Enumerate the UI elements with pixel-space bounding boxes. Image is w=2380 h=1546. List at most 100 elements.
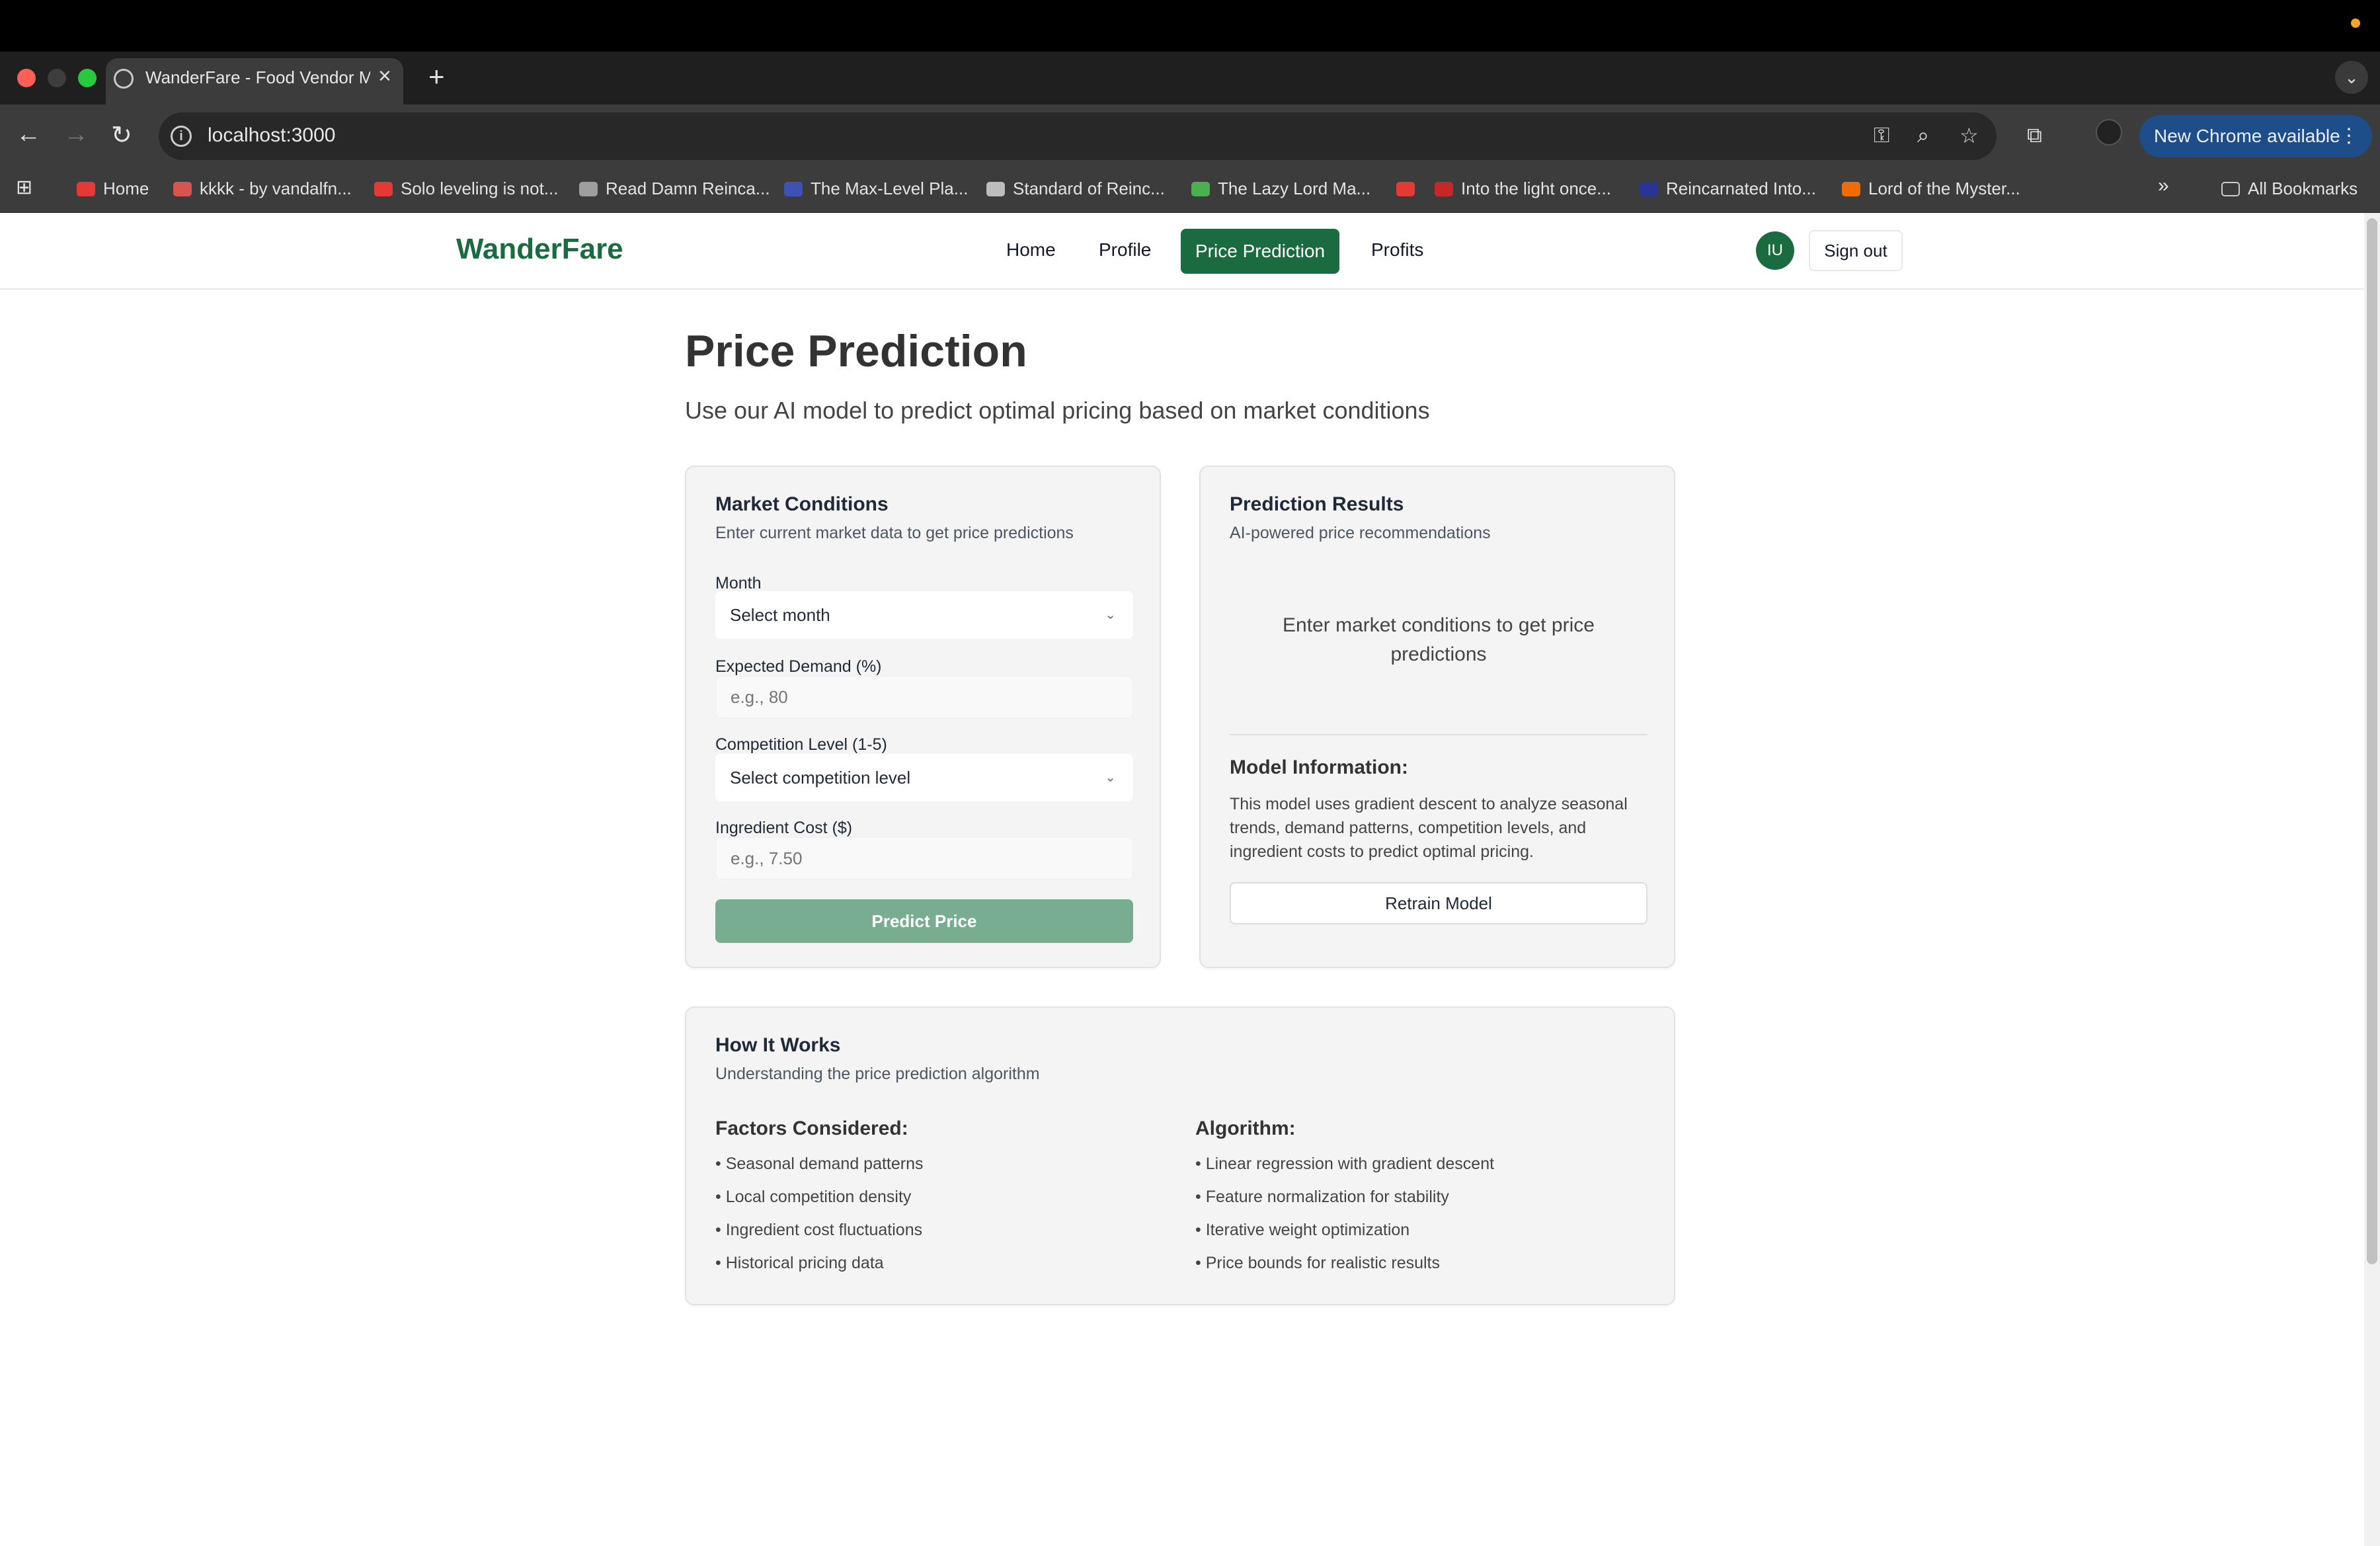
profile-icon[interactable]	[2096, 119, 2122, 145]
nav-profile[interactable]: Profile	[1099, 239, 1151, 261]
month-select[interactable]: Select month ⌄	[715, 591, 1133, 639]
algorithm-item: • Iterative weight optimization	[1195, 1221, 1410, 1239]
nav-home[interactable]: Home	[1006, 239, 1056, 261]
bookmark-item[interactable]: Home	[77, 179, 149, 199]
market-card-title: Market Conditions	[715, 493, 889, 515]
folder-icon	[2221, 182, 2240, 196]
nav-profits[interactable]: Profits	[1371, 239, 1423, 261]
apps-grid-icon[interactable]: ⊞	[16, 176, 32, 199]
sign-out-button[interactable]: Sign out	[1809, 230, 1903, 271]
bookmark-favicon-icon	[77, 182, 95, 196]
chevron-down-icon: ⌄	[1105, 770, 1116, 785]
bookmark-label: Home	[103, 179, 149, 198]
predict-price-button[interactable]: Predict Price	[715, 899, 1133, 943]
competition-label: Competition Level (1-5)	[715, 735, 887, 754]
factor-item: • Local competition density	[715, 1188, 912, 1206]
bookmark-favicon-icon	[986, 182, 1005, 196]
bookmark-favicon-icon	[1435, 182, 1453, 196]
ingredient-cost-input[interactable]	[715, 837, 1133, 879]
demand-input[interactable]	[715, 676, 1133, 718]
bookmark-label: Reincarnated Into...	[1666, 179, 1816, 198]
site-info-icon[interactable]: i	[171, 126, 192, 147]
page-title: Price Prediction	[685, 326, 1027, 376]
bookmark-item[interactable]: Solo leveling is not...	[374, 179, 558, 199]
bookmark-item[interactable]: The Lazy Lord Ma...	[1191, 179, 1370, 199]
chrome-update-button[interactable]: New Chrome available ⋮	[2139, 115, 2372, 157]
bookmark-label: Lord of the Myster...	[1868, 179, 2020, 198]
factors-title: Factors Considered:	[715, 1118, 908, 1139]
results-card-subtitle: AI-powered price recommendations	[1230, 524, 1491, 542]
address-bar[interactable]	[159, 112, 1997, 160]
bookmark-favicon-icon	[173, 182, 192, 196]
bookmark-label: kkkk - by vandalfn...	[200, 179, 352, 198]
macos-menu-strip	[0, 0, 2380, 52]
bookmark-item[interactable]	[1396, 179, 1423, 199]
app-header: WanderFare Home Profile Price Prediction…	[0, 213, 2364, 290]
bookmark-item[interactable]: Into the light once...	[1435, 179, 1611, 199]
bookmark-item[interactable]: Lord of the Myster...	[1842, 179, 2020, 199]
competition-select[interactable]: Select competition level ⌄	[715, 754, 1133, 801]
how-it-works-card: How It Works Understanding the price pre…	[685, 1006, 1675, 1305]
reload-icon[interactable]: ↻	[111, 120, 132, 150]
all-bookmarks[interactable]: All Bookmarks	[2221, 179, 2358, 199]
bookmark-favicon-icon	[784, 182, 803, 196]
bookmark-favicon-icon	[1191, 182, 1210, 196]
url-text[interactable]: localhost:3000	[208, 124, 335, 147]
algorithm-item: • Linear regression with gradient descen…	[1195, 1155, 1495, 1173]
bookmark-label: Standard of Reinc...	[1013, 179, 1165, 198]
nav-price-prediction[interactable]: Price Prediction	[1181, 229, 1340, 274]
web-page: WanderFare Home Profile Price Prediction…	[0, 213, 2364, 1546]
zoom-icon[interactable]: ⌕	[1917, 123, 1929, 148]
tab-search-icon[interactable]: ⌄	[2335, 61, 2368, 94]
bookmark-label: The Max-Level Pla...	[811, 179, 969, 198]
model-info-text: This model uses gradient descent to anal…	[1230, 795, 1628, 861]
tab-title[interactable]: WanderFare - Food Vendor M	[145, 67, 370, 88]
month-select-value: Select month	[730, 605, 830, 625]
more-menu-icon[interactable]: ⋮	[2339, 115, 2359, 157]
model-info-title: Model Information:	[1230, 756, 1408, 778]
globe-icon	[114, 69, 134, 89]
app-logo[interactable]: WanderFare	[456, 233, 623, 266]
new-tab-icon[interactable]: +	[428, 61, 445, 93]
chrome-update-label: New Chrome available	[2154, 126, 2340, 146]
algorithm-item: • Feature normalization for stability	[1195, 1188, 1449, 1206]
password-key-icon[interactable]: ⚿	[1874, 123, 1889, 148]
all-bookmarks-label: All Bookmarks	[2248, 179, 2358, 198]
bookmark-item[interactable]: The Max-Level Pla...	[784, 179, 968, 199]
demand-label: Expected Demand (%)	[715, 657, 882, 676]
avatar[interactable]: IU	[1756, 231, 1794, 270]
algorithm-title: Algorithm:	[1195, 1118, 1296, 1139]
bookmark-favicon-icon	[1842, 182, 1860, 196]
algorithm-item: • Price bounds for realistic results	[1195, 1254, 1441, 1272]
market-card-subtitle: Enter current market data to get price p…	[715, 524, 1074, 542]
minimize-window-icon[interactable]	[48, 69, 66, 87]
competition-select-value: Select competition level	[730, 768, 911, 788]
bookmark-favicon-icon	[374, 182, 393, 196]
forward-icon[interactable]: →	[63, 120, 89, 149]
scrollbar-thumb[interactable]	[2367, 218, 2377, 1264]
empty-results-message: Enter market conditions to get price pre…	[1283, 614, 1595, 665]
bookmark-item[interactable]: Standard of Reinc...	[986, 179, 1165, 199]
bookmark-label: The Lazy Lord Ma...	[1218, 179, 1371, 198]
how-card-subtitle: Understanding the price prediction algor…	[715, 1065, 1040, 1083]
more-bookmarks-icon[interactable]: »	[2158, 175, 2169, 197]
bookmark-star-icon[interactable]: ☆	[1960, 123, 1979, 148]
results-card-title: Prediction Results	[1230, 493, 1404, 515]
bookmark-item[interactable]: Read Damn Reinca...	[579, 179, 770, 199]
tab-close-icon[interactable]: ×	[378, 63, 391, 89]
month-label: Month	[715, 574, 762, 592]
close-window-icon[interactable]	[17, 69, 36, 87]
bookmark-favicon-icon	[579, 182, 598, 196]
factor-item: • Ingredient cost fluctuations	[715, 1221, 923, 1239]
retrain-model-button[interactable]: Retrain Model	[1230, 882, 1647, 924]
zoom-window-icon[interactable]	[78, 69, 97, 87]
bookmark-favicon-icon	[1640, 182, 1658, 196]
back-icon[interactable]: ←	[16, 120, 41, 149]
bookmark-item[interactable]: Reincarnated Into...	[1640, 179, 1816, 199]
extensions-icon[interactable]: ⧉	[2027, 123, 2042, 148]
bookmark-item[interactable]: kkkk - by vandalfn...	[173, 179, 352, 199]
bookmark-label: Into the light once...	[1461, 179, 1611, 198]
market-conditions-card: Market Conditions Enter current market d…	[685, 466, 1161, 968]
bookmark-label: Read Damn Reinca...	[606, 179, 770, 198]
prediction-results-card: Prediction Results AI-powered price reco…	[1199, 466, 1675, 968]
